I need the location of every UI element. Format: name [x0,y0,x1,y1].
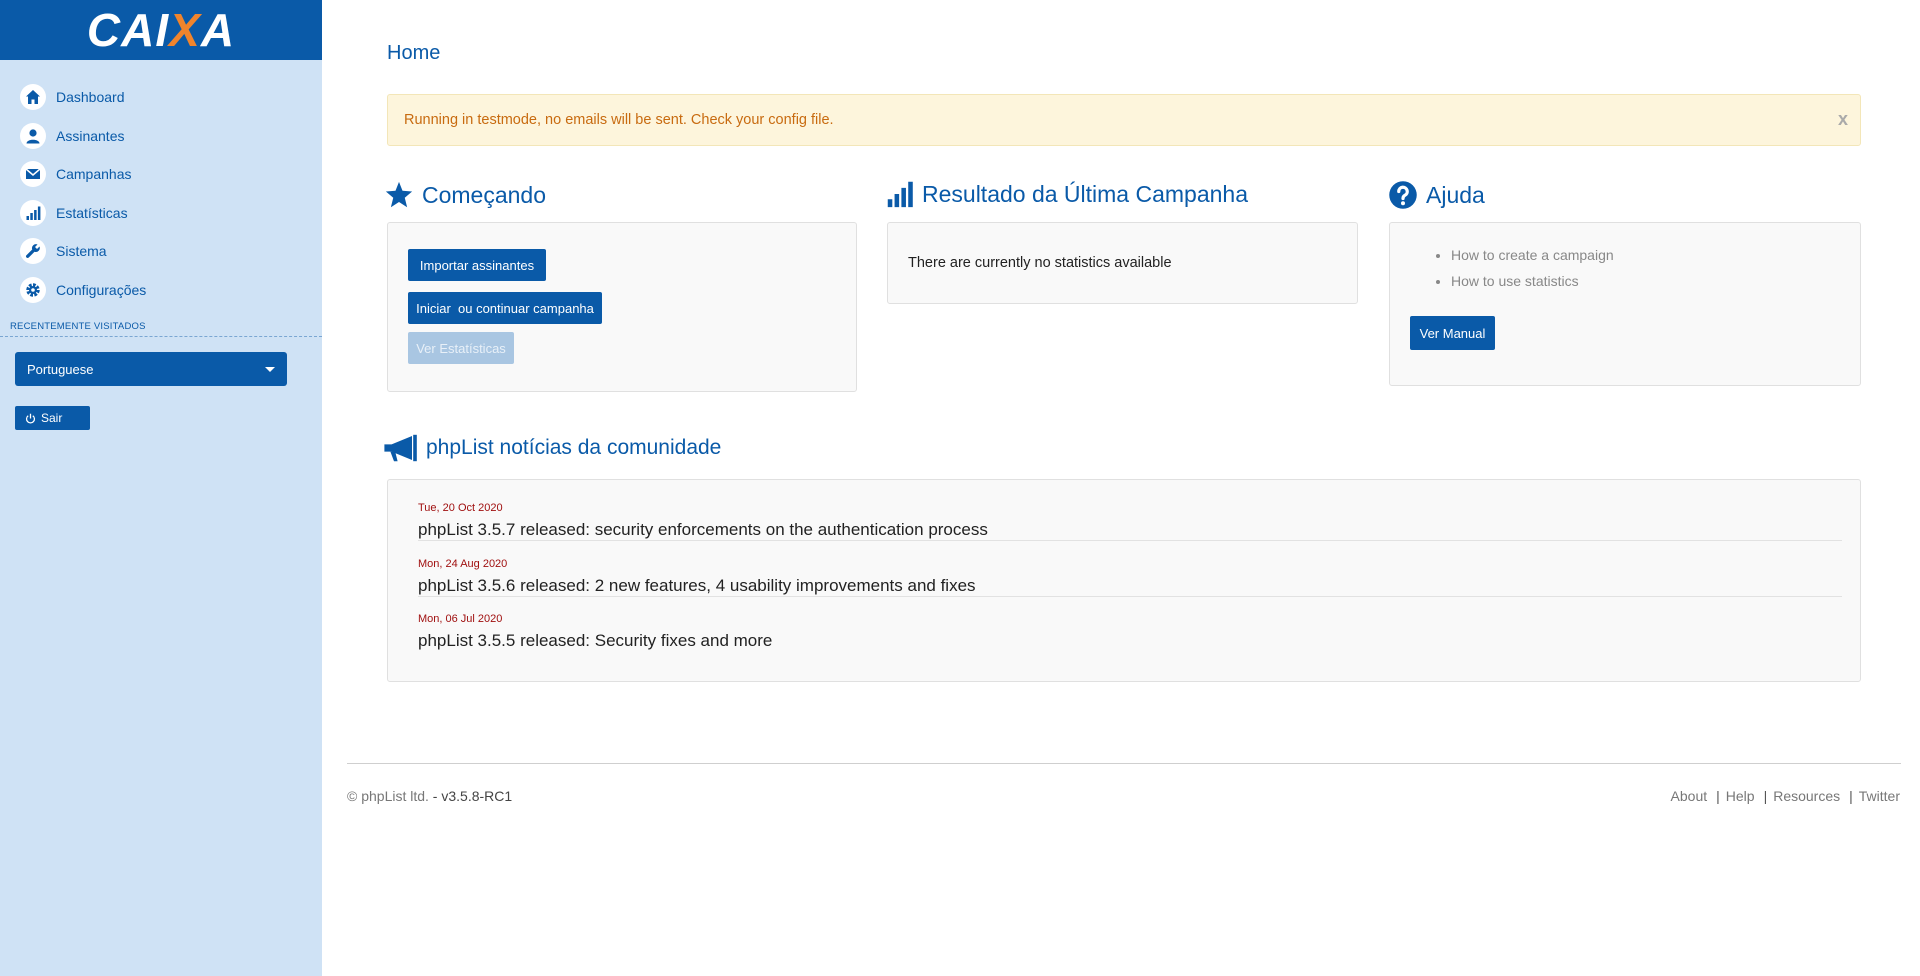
caret-down-icon [265,366,275,372]
logo-text-right: A [200,4,236,56]
logout-button[interactable]: Sair [15,406,90,430]
nav-label-assinantes: Assinantes [56,127,125,144]
news-link[interactable]: phpList 3.5.6 released: 2 new features, … [418,576,1842,596]
logo-text-left: CAI [86,4,170,56]
help-heading: Ajuda [1388,180,1485,210]
recently-visited-heading: RECENTEMENTE VISITADOS [0,321,322,337]
footer-copyright: © phpList ltd. - v3.5.8-RC1 [347,788,512,804]
news-title: phpList notícias da comunidade [426,436,722,459]
getting-started-panel: Importar assinantes Iniciar ou continuar… [387,222,857,392]
bar-chart-icon [20,199,46,226]
bar-chart-icon [887,181,913,208]
megaphone-icon [384,434,417,462]
envelope-icon [20,161,46,188]
main-nav: Dashboard Assinantes Campanhas Estatísti… [0,60,322,309]
nav-item-assinantes[interactable]: Assinantes [0,117,322,156]
power-icon [25,413,36,423]
nav-item-dashboard[interactable]: Dashboard [0,78,322,117]
logo-text-x: X [169,4,201,56]
help-link-create-campaign[interactable]: How to create a campaign [1451,242,1614,268]
import-subscribers-button[interactable]: Importar assinantes [408,249,546,281]
news-item: Mon, 06 Jul 2020 phpList 3.5.5 released:… [418,613,1842,651]
footer-link-about[interactable]: About [1671,788,1708,804]
no-statistics-text: There are currently no statistics availa… [908,255,1172,271]
language-select[interactable]: Portuguese [15,352,287,386]
news-date: Tue, 20 Oct 2020 [418,502,503,514]
news-heading: phpList notícias da comunidade [382,433,721,463]
nav-item-configuracoes[interactable]: Configurações [0,271,322,310]
nav-label-dashboard: Dashboard [56,89,125,106]
nav-label-configuracoes: Configurações [56,281,147,298]
view-manual-button[interactable]: Ver Manual [1410,316,1495,350]
page-title: Home [387,42,441,64]
news-link[interactable]: phpList 3.5.7 released: security enforce… [418,520,1842,540]
getting-started-title: Começando [422,181,547,208]
nav-item-sistema[interactable]: Sistema [0,232,322,271]
language-select-value: Portuguese [27,361,94,377]
alert-text: Running in testmode, no emails will be s… [404,112,834,128]
last-campaign-panel: There are currently no statistics availa… [887,222,1358,304]
logout-label: Sair [41,411,63,425]
news-date: Mon, 24 Aug 2020 [418,558,508,570]
footer-separator: | [1716,788,1720,804]
user-icon [20,122,46,149]
news-panel: Tue, 20 Oct 2020 phpList 3.5.7 released:… [387,479,1861,682]
news-item: Mon, 24 Aug 2020 phpList 3.5.6 released:… [418,558,1842,597]
home-icon [20,84,46,111]
news-link[interactable]: phpList 3.5.5 released: Security fixes a… [418,631,1842,651]
getting-started-heading: Começando [384,180,546,210]
sidebar: CAIXA Dashboard Assinantes Campanhas Est… [0,0,322,976]
star-icon [385,181,413,208]
view-statistics-button[interactable]: Ver Estatísticas [408,332,514,364]
alert-close-button[interactable]: x [1838,109,1848,130]
question-circle-icon [1389,181,1417,209]
last-campaign-heading: Resultado da Última Campanha [886,180,1248,208]
nav-item-estatisticas[interactable]: Estatísticas [0,194,322,233]
news-date: Mon, 06 Jul 2020 [418,613,503,625]
copyright-link[interactable]: © phpList ltd. [347,788,429,804]
footer-divider [347,763,1901,764]
news-item: Tue, 20 Oct 2020 phpList 3.5.7 released:… [418,502,1842,541]
help-title: Ajuda [1426,181,1485,208]
last-campaign-title: Resultado da Última Campanha [922,180,1249,207]
gear-icon [20,276,46,303]
start-campaign-button[interactable]: Iniciar ou continuar campanha [408,292,602,324]
help-links: How to create a campaign How to use stat… [1435,242,1614,294]
footer-links: About | Help | Resources | Twitter [1671,788,1900,804]
caixa-logo[interactable]: CAIXA [0,0,322,60]
nav-label-campanhas: Campanhas [56,166,132,183]
testmode-alert: Running in testmode, no emails will be s… [387,94,1861,146]
footer-link-resources[interactable]: Resources [1773,788,1840,804]
footer-link-help[interactable]: Help [1726,788,1755,804]
help-link-use-statistics[interactable]: How to use statistics [1451,268,1614,294]
footer-separator: | [1849,788,1853,804]
nav-item-campanhas[interactable]: Campanhas [0,155,322,194]
footer-separator: | [1763,788,1768,804]
footer-link-twitter[interactable]: Twitter [1859,788,1900,804]
wrench-icon [20,238,46,265]
help-panel: How to create a campaign How to use stat… [1389,222,1861,386]
version-text: - v3.5.8-RC1 [428,788,513,804]
nav-label-sistema: Sistema [56,243,107,260]
nav-label-estatisticas: Estatísticas [56,204,128,221]
